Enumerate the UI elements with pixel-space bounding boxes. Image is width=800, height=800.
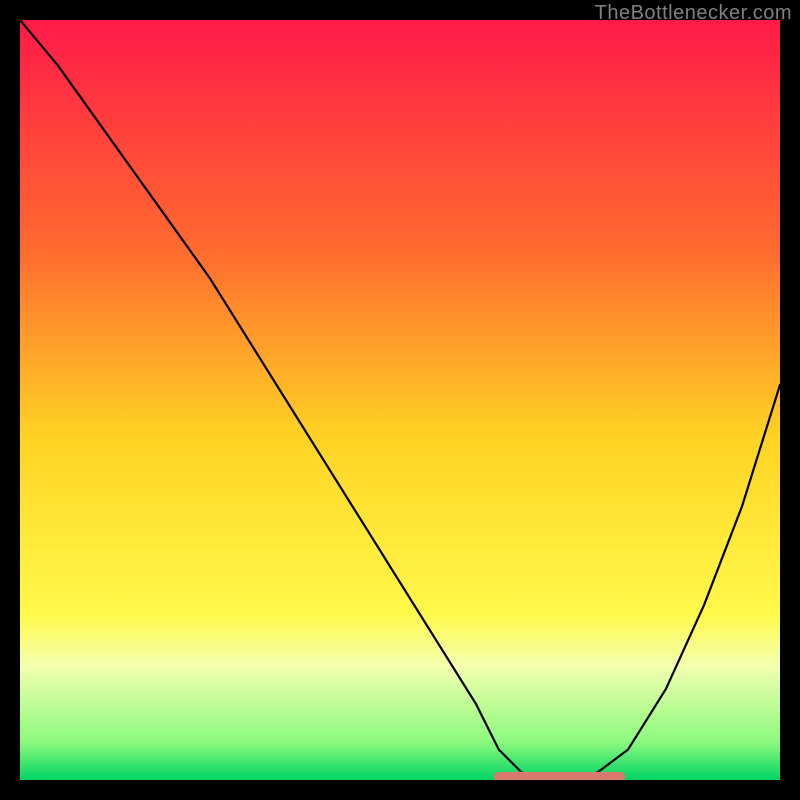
gradient-background (20, 20, 780, 780)
watermark-text: TheBottlenecker.com (595, 2, 792, 25)
plot-area (20, 20, 780, 780)
chart-frame: TheBottlenecker.com (0, 0, 800, 800)
chart-svg (20, 20, 780, 780)
